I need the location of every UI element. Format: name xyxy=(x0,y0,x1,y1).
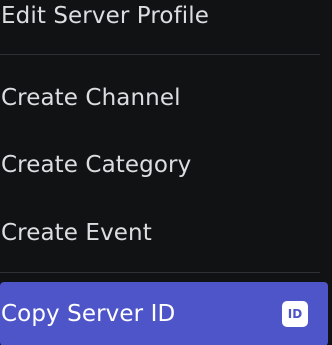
menu-item-label: Edit Server Profile xyxy=(1,3,210,29)
edit-server-profile-item[interactable]: Edit Server Profile xyxy=(0,0,328,42)
menu-item-label: Create Event xyxy=(1,220,152,246)
menu-item-label: Create Channel xyxy=(1,85,181,111)
menu-divider xyxy=(0,272,320,273)
menu-item-label: Copy Server ID xyxy=(1,301,176,327)
menu-item-label: Create Category xyxy=(1,152,192,178)
server-context-menu: Edit Server Profile Create Channel Creat… xyxy=(0,0,332,345)
copy-server-id-item[interactable]: Copy Server ID ID xyxy=(0,282,328,345)
create-channel-item[interactable]: Create Channel xyxy=(0,72,328,124)
id-icon: ID xyxy=(282,301,308,327)
menu-divider xyxy=(0,54,320,55)
create-event-item[interactable]: Create Event xyxy=(0,207,328,259)
create-category-item[interactable]: Create Category xyxy=(0,139,328,191)
